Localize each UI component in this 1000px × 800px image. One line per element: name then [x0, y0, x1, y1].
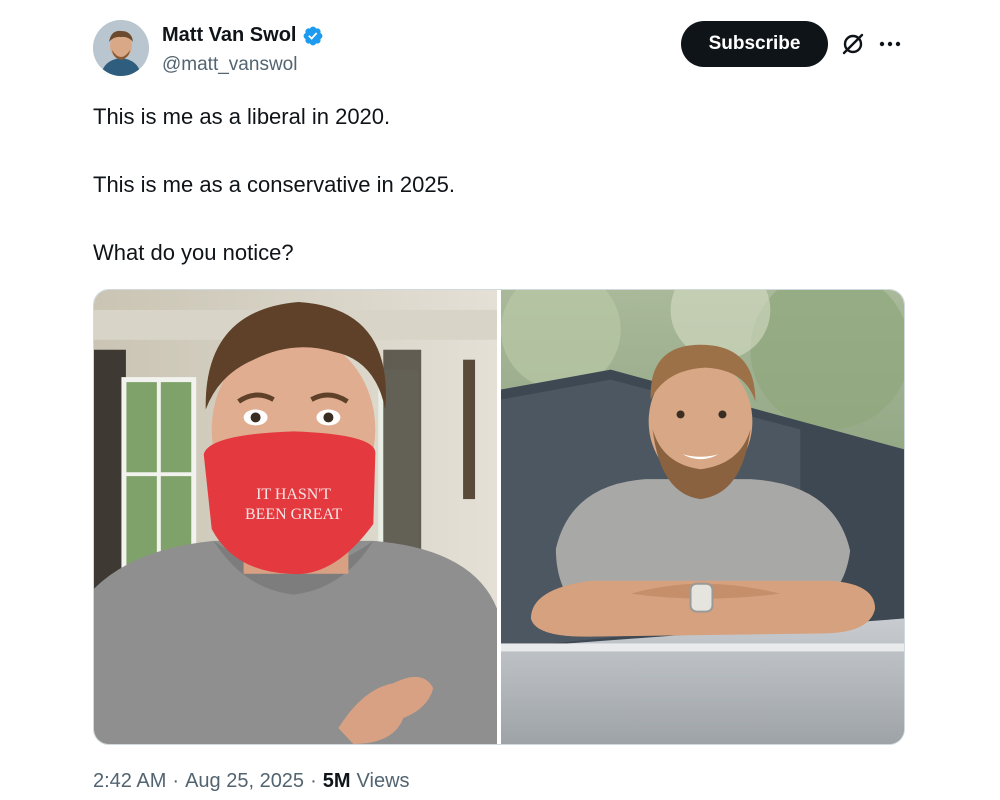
tweet-date[interactable]: Aug 25, 2025 [185, 770, 304, 793]
author-display-name[interactable]: Matt Van Swol [162, 24, 296, 47]
photo-left-image: IT HASN'T BEEN GREAT [94, 290, 497, 744]
views-count[interactable]: 5M [323, 770, 351, 793]
avatar-image [93, 20, 149, 76]
author-avatar[interactable] [93, 20, 149, 76]
mask-text-line1: IT HASN'T [256, 486, 331, 503]
photo-left[interactable]: IT HASN'T BEEN GREAT [94, 290, 497, 744]
verified-badge-icon[interactable] [302, 25, 324, 47]
more-icon[interactable] [878, 34, 902, 54]
tweet-media: IT HASN'T BEEN GREAT [93, 289, 905, 745]
tweet-text: This is me as a liberal in 2020. This is… [93, 100, 913, 304]
grok-icon[interactable] [840, 31, 866, 57]
tweet-line: This is me as a conservative in 2025. [93, 172, 455, 197]
photo-right-image [501, 290, 904, 744]
photo-right[interactable] [501, 290, 904, 744]
meta-separator: · [172, 770, 180, 792]
meta-separator: · [310, 770, 317, 792]
author-name-row: Matt Van Swol [162, 24, 324, 47]
tweet-line: What do you notice? [93, 240, 294, 265]
mask-text-line2: BEEN GREAT [245, 506, 342, 523]
subscribe-button[interactable]: Subscribe [681, 21, 828, 67]
tweet-meta: 2:42 AM · Aug 25, 2025 · 5M Views [93, 770, 410, 793]
author-handle[interactable]: @matt_vanswol [162, 54, 297, 76]
views-label: Views [356, 770, 410, 792]
tweet-line: This is me as a liberal in 2020. [93, 104, 391, 129]
tweet-time[interactable]: 2:42 AM [93, 770, 166, 793]
